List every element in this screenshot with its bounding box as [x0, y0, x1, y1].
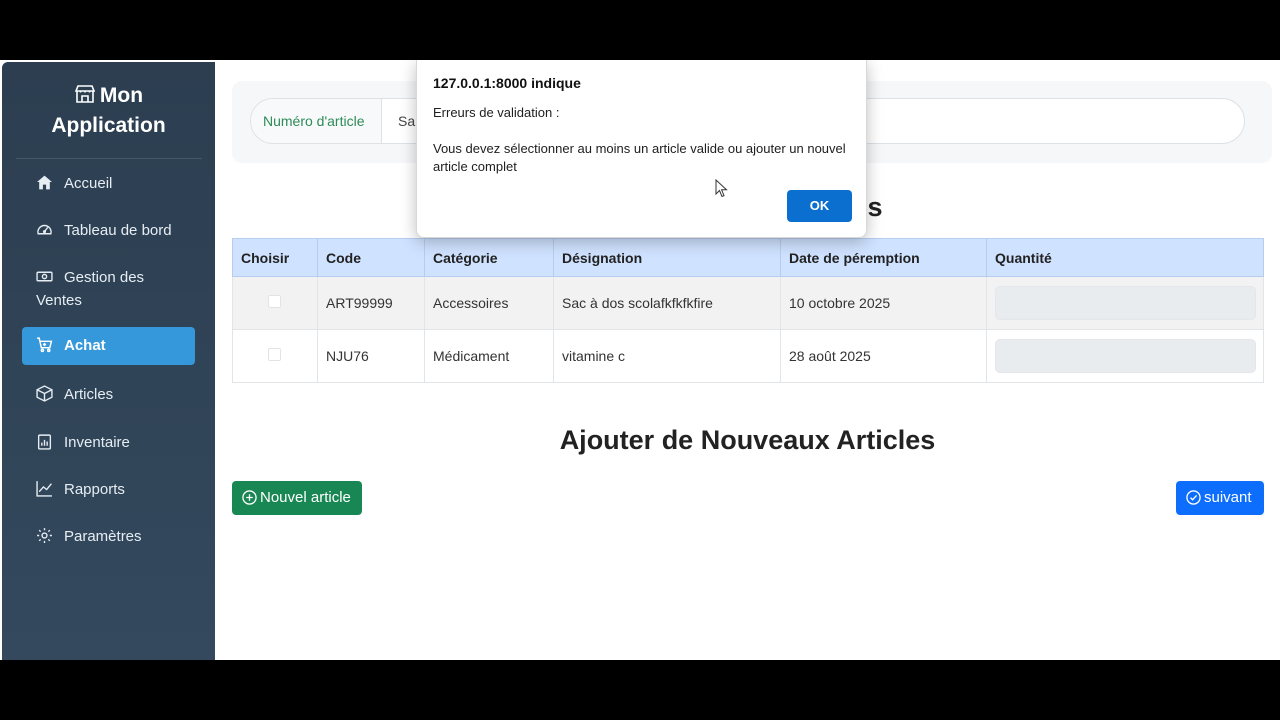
quantity-cell	[986, 276, 1264, 330]
sidebar-item-label: Tableau de bord	[64, 222, 172, 239]
alert-dialog: 127.0.0.1:8000 indique Erreurs de valida…	[416, 60, 867, 238]
brand-divider	[16, 158, 202, 159]
line-chart-icon	[36, 480, 53, 497]
sidebar-item-parametres[interactable]: Paramètres	[22, 525, 195, 548]
sidebar-item-label: Ventes	[36, 292, 82, 309]
gear-icon	[36, 527, 53, 544]
sidebar-item-label: Gestion des	[64, 269, 145, 286]
brand-line1: Mon	[99, 84, 144, 107]
cash-icon	[36, 268, 53, 285]
sidebar-item-label: Achat	[64, 337, 106, 354]
quantity-input[interactable]	[995, 339, 1256, 373]
mouse-cursor-icon	[715, 178, 729, 204]
column-header-choisir: Choisir	[232, 238, 318, 277]
next-label: suivant	[1204, 489, 1252, 506]
box-icon	[36, 385, 53, 402]
next-button[interactable]: suivant	[1176, 481, 1264, 515]
column-header-quantite: Quantité	[986, 238, 1264, 277]
designation-cell: Sac à dos scolafkfkfkfire	[553, 276, 781, 330]
ok-button[interactable]: OK	[787, 190, 852, 222]
expiry-date-cell: 28 août 2025	[780, 329, 987, 383]
expiry-date-cell: 10 octobre 2025	[780, 276, 987, 330]
table-header-row: Choisir Code Catégorie Désignation Date …	[232, 238, 1264, 277]
articles-table: Choisir Code Catégorie Désignation Date …	[232, 238, 1264, 383]
new-article-label: Nouvel article	[260, 489, 351, 506]
code-cell: ART99999	[317, 276, 425, 330]
dashboard-icon	[36, 221, 53, 238]
app-window: Mon Application Accueil Tableau de bord …	[0, 60, 1280, 660]
sidebar-item-label: Articles	[64, 386, 114, 403]
select-checkbox[interactable]	[268, 348, 281, 361]
sidebar-item-achat[interactable]: Achat	[22, 327, 195, 365]
code-cell: NJU76	[317, 329, 425, 383]
column-header-categorie: Catégorie	[424, 238, 554, 277]
sidebar-item-label: Paramètres	[64, 528, 142, 545]
choose-cell	[232, 329, 318, 383]
dialog-origin: 127.0.0.1:8000 indique	[433, 75, 581, 91]
quantity-cell	[986, 329, 1264, 383]
table-row: ART99999 Accessoires Sac à dos scolafkfk…	[232, 276, 1264, 330]
table-row: NJU76 Médicament vitamine c 28 août 2025	[232, 329, 1264, 383]
designation-cell: vitamine c	[553, 329, 781, 383]
sidebar-item-rapports[interactable]: Rapports	[22, 478, 195, 501]
category-cell: Accessoires	[424, 276, 554, 330]
plus-circle-icon	[242, 490, 257, 505]
brand: Mon Application	[2, 82, 215, 139]
column-header-designation: Désignation	[553, 238, 781, 277]
quantity-input[interactable]	[995, 286, 1256, 320]
sidebar-item-articles[interactable]: Articles	[22, 383, 195, 406]
sidebar-item-label: Accueil	[64, 175, 113, 192]
add-section-title: Ajouter de Nouveaux Articles	[559, 425, 936, 455]
check-circle-icon	[1186, 490, 1201, 505]
sidebar-item-label: Rapports	[64, 481, 125, 498]
sidebar-item-gestion-des-ventes-line2[interactable]: Ventes	[22, 289, 195, 312]
search-label: Numéro d'article	[251, 99, 382, 143]
sidebar-item-gestion-des-ventes[interactable]: Gestion des	[22, 266, 195, 289]
dialog-message-title: Erreurs de validation :	[433, 105, 560, 120]
store-icon	[74, 83, 96, 112]
column-header-code: Code	[317, 238, 425, 277]
sidebar: Mon Application Accueil Tableau de bord …	[2, 62, 215, 660]
select-checkbox[interactable]	[268, 295, 281, 308]
column-header-date: Date de péremption	[780, 238, 987, 277]
category-cell: Médicament	[424, 329, 554, 383]
choose-cell	[232, 276, 318, 330]
cart-icon	[36, 330, 53, 353]
brand-line2: Application	[51, 114, 166, 137]
new-article-button[interactable]: Nouvel article	[232, 481, 362, 515]
dialog-message-body: Vous devez sélectionner au moins un arti…	[433, 141, 846, 174]
home-icon	[36, 174, 53, 191]
